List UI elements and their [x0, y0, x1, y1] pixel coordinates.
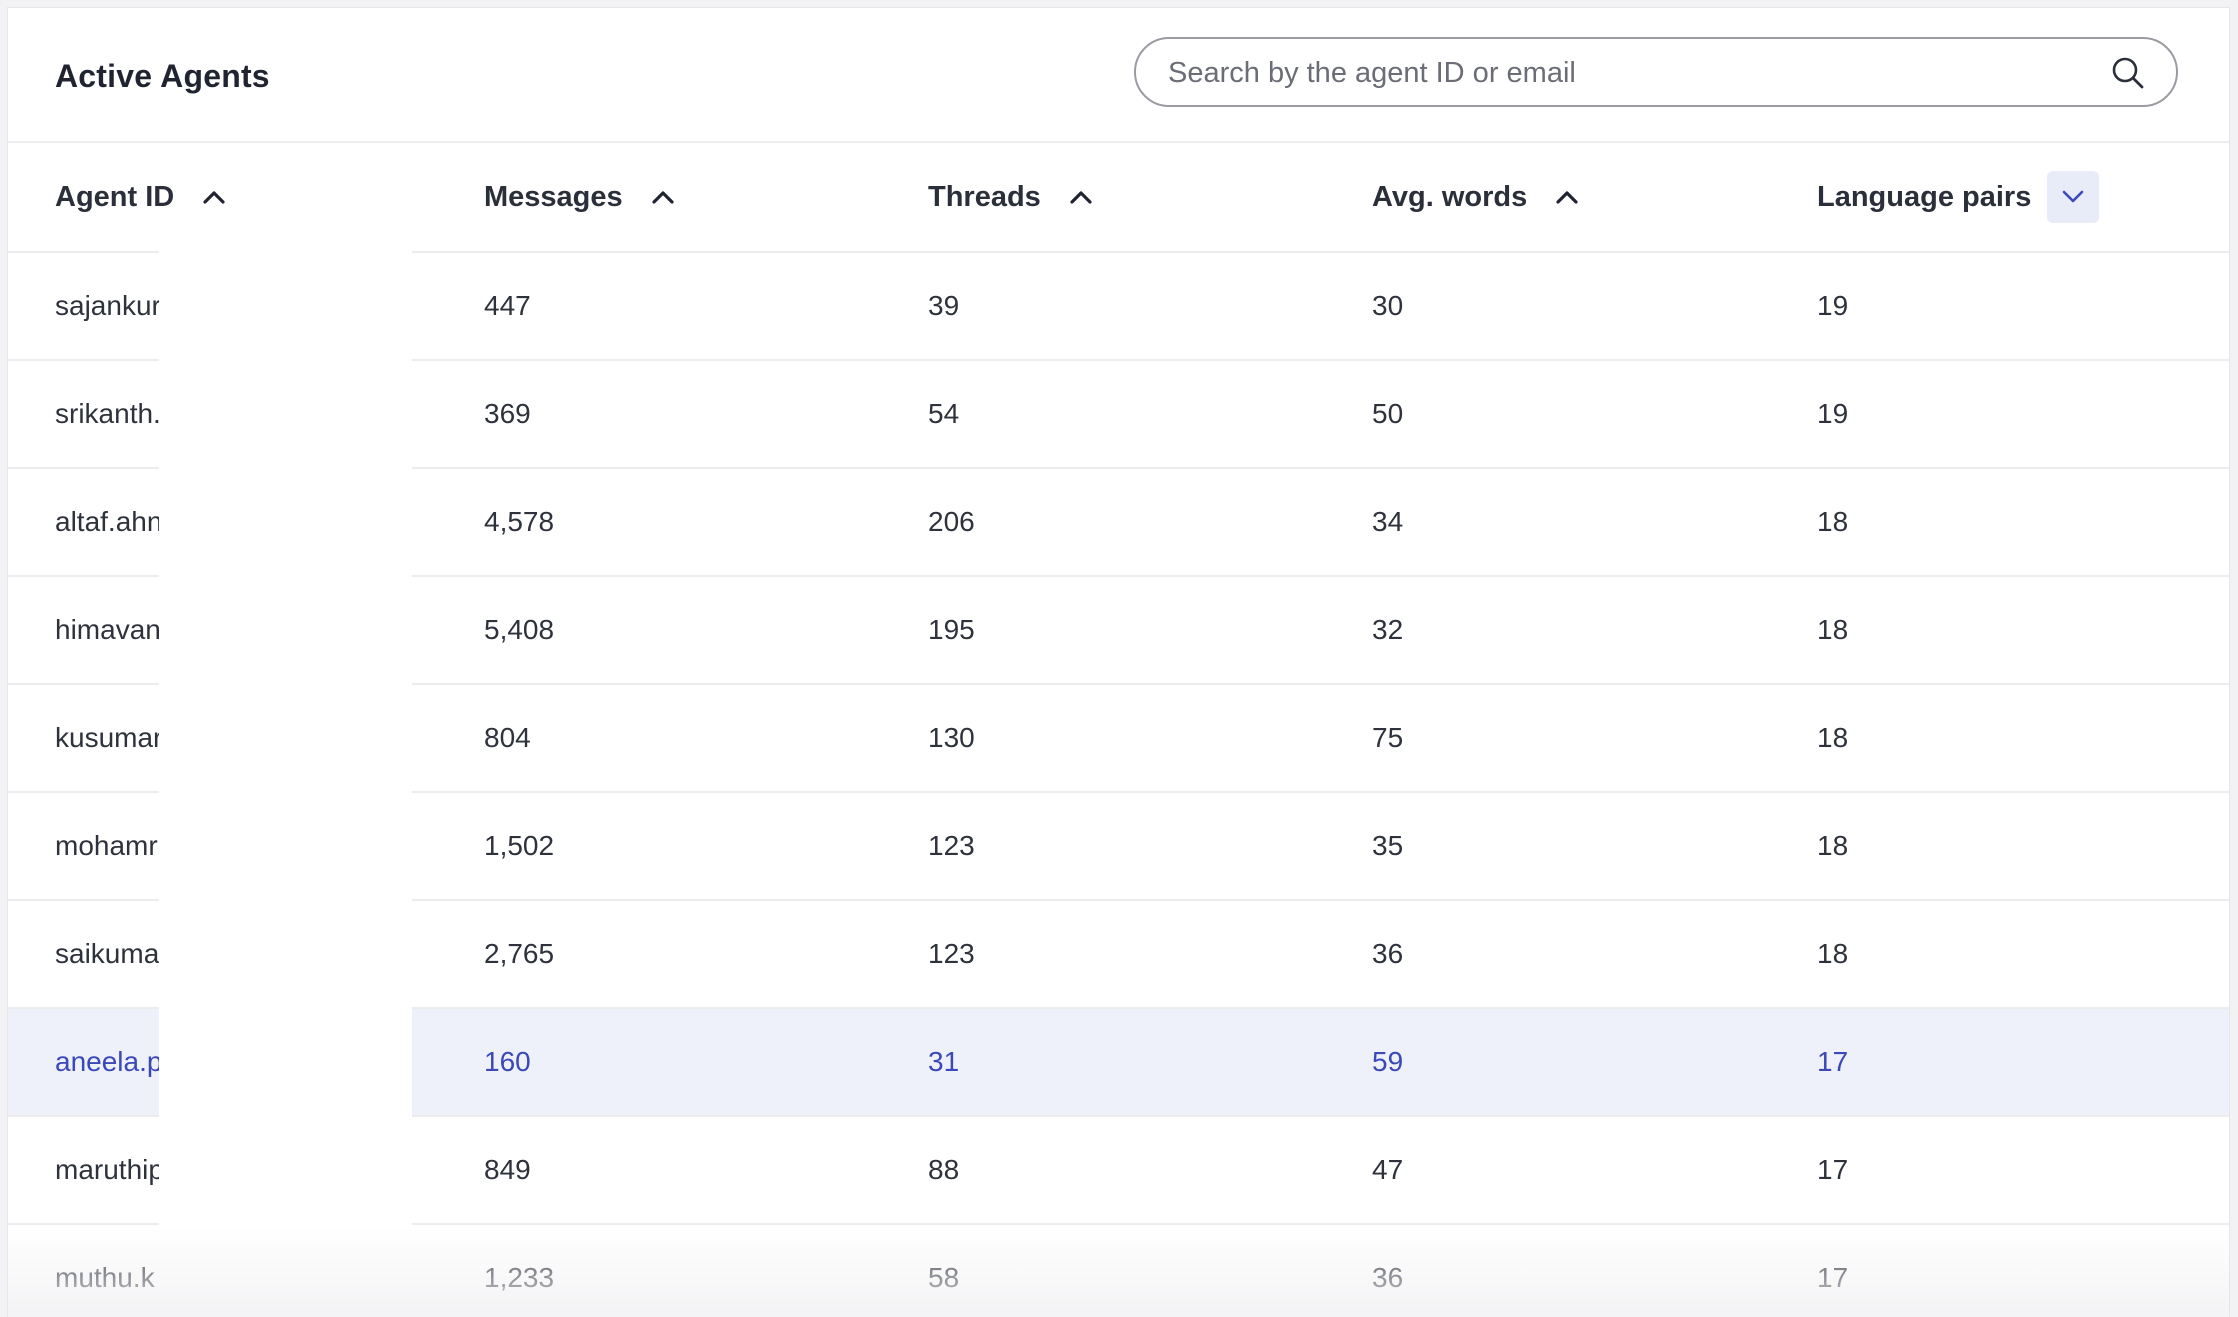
agent-id-cell[interactable]: sajankur [55, 253, 166, 359]
column-label: Messages [484, 180, 623, 213]
column-label: Agent ID [55, 180, 175, 213]
panel-header: Active Agents [8, 8, 2229, 143]
agent-id-cell[interactable]: himavan [55, 577, 166, 683]
avg-words-cell: 34 [1372, 506, 1404, 537]
threads-cell: 88 [928, 1154, 960, 1185]
messages-cell: 369 [484, 398, 531, 429]
search-input[interactable] [1166, 39, 2070, 107]
column-header-avg-words[interactable]: Avg. words [1372, 143, 1585, 251]
chevron-up-icon[interactable] [1063, 179, 1099, 215]
agent-id-cell[interactable]: altaf.ahn [55, 469, 166, 575]
search-icon[interactable] [2110, 55, 2146, 91]
messages-cell: 1,233 [484, 1262, 555, 1293]
agent-id-cell[interactable]: muthu.k [55, 1225, 166, 1317]
agent-id-cell[interactable]: kusumar [55, 685, 166, 791]
avg-words-cell: 32 [1372, 614, 1404, 645]
messages-cell: 2,765 [484, 938, 555, 969]
agent-id-cell[interactable]: maruthip [55, 1117, 166, 1223]
agent-id-cell[interactable]: aneela.p [55, 1009, 166, 1115]
column-label: Language pairs [1817, 180, 2032, 213]
threads-cell: 123 [928, 830, 975, 861]
column-label: Avg. words [1372, 180, 1528, 213]
language-pairs-cell: 19 [1817, 398, 1849, 429]
agent-id-cell[interactable]: saikuma [55, 901, 166, 1007]
language-pairs-cell: 18 [1817, 722, 1849, 753]
threads-cell: 206 [928, 506, 975, 537]
threads-cell: 54 [928, 398, 960, 429]
language-pairs-cell: 18 [1817, 506, 1849, 537]
search-box[interactable] [1134, 37, 2178, 107]
threads-cell: 130 [928, 722, 975, 753]
messages-cell: 4,578 [484, 506, 555, 537]
column-header-threads[interactable]: Threads [928, 143, 1099, 251]
threads-cell: 123 [928, 938, 975, 969]
messages-cell: 804 [484, 722, 531, 753]
chevron-up-icon[interactable] [645, 179, 681, 215]
messages-cell: 160 [484, 1046, 531, 1077]
language-pairs-cell: 17 [1817, 1154, 1849, 1185]
avg-words-cell: 59 [1372, 1046, 1404, 1077]
messages-cell: 5,408 [484, 614, 555, 645]
avg-words-cell: 36 [1372, 938, 1404, 969]
column-label: Threads [928, 180, 1041, 213]
threads-cell: 39 [928, 290, 960, 321]
language-pairs-cell: 19 [1817, 290, 1849, 321]
avg-words-cell: 47 [1372, 1154, 1404, 1185]
active-agents-panel: Active Agents Agent ID Messages T [7, 7, 2230, 1317]
agent-id-cell[interactable]: srikanth. [55, 361, 166, 467]
threads-cell: 31 [928, 1046, 960, 1077]
column-header-language-pairs[interactable]: Language pairs [1817, 143, 2100, 251]
column-header-messages[interactable]: Messages [484, 143, 681, 251]
messages-cell: 1,502 [484, 830, 555, 861]
page-title: Active Agents [55, 58, 270, 94]
chevron-down-icon[interactable] [2047, 171, 2100, 223]
chevron-up-icon[interactable] [1549, 179, 1585, 215]
messages-cell: 849 [484, 1154, 531, 1185]
threads-cell: 195 [928, 614, 975, 645]
language-pairs-cell: 18 [1817, 938, 1849, 969]
redaction-block [159, 251, 412, 1315]
avg-words-cell: 75 [1372, 722, 1404, 753]
column-header-agent-id[interactable]: Agent ID [55, 143, 232, 251]
language-pairs-cell: 18 [1817, 614, 1849, 645]
language-pairs-cell: 18 [1817, 830, 1849, 861]
avg-words-cell: 36 [1372, 1262, 1404, 1293]
language-pairs-cell: 17 [1817, 1262, 1849, 1293]
threads-cell: 58 [928, 1262, 960, 1293]
avg-words-cell: 50 [1372, 398, 1404, 429]
table-header: Agent ID Messages Threads Avg. words Lan… [8, 143, 2229, 253]
chevron-up-icon[interactable] [196, 179, 232, 215]
agent-id-cell[interactable]: mohamr [55, 793, 166, 899]
avg-words-cell: 35 [1372, 830, 1404, 861]
language-pairs-cell: 17 [1817, 1046, 1849, 1077]
messages-cell: 447 [484, 290, 531, 321]
avg-words-cell: 30 [1372, 290, 1404, 321]
